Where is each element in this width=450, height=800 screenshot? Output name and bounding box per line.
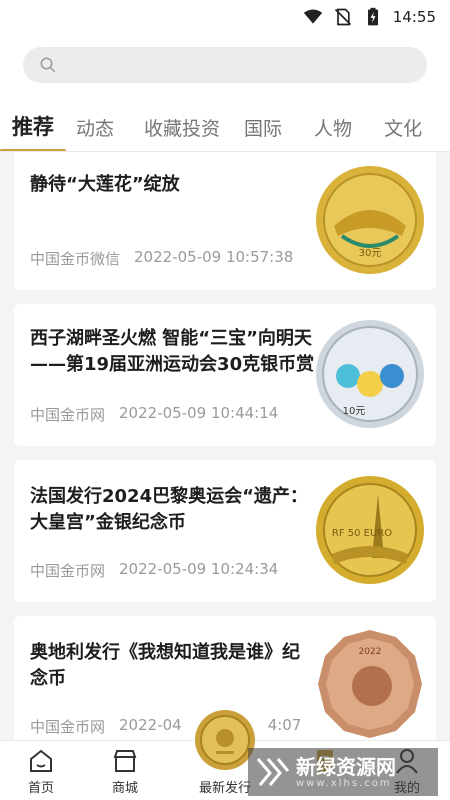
gold-coin-image: 30元 [316, 166, 424, 274]
watermark-logo-icon [256, 758, 290, 786]
search-input[interactable] [65, 57, 405, 73]
category-tabs: 推荐 动态 收藏投资 国际 人物 文化 [0, 108, 450, 152]
status-time: 14:55 [392, 8, 436, 26]
coin-label: 30元 [359, 248, 382, 259]
tab-collect-invest[interactable]: 收藏投资 [144, 114, 220, 151]
status-bar: 14:55 [0, 0, 450, 34]
article-time: 2022-04 [119, 716, 182, 734]
article-meta: 中国金币微信 2022-05-09 10:57:38 [30, 248, 293, 269]
copper-coin-image: 2022 [318, 630, 422, 738]
wifi-icon [303, 9, 322, 24]
search-icon [40, 57, 56, 73]
article-meta: 中国金币网 2022-05-09 10:44:14 [30, 404, 278, 425]
tab-news[interactable]: 动态 [76, 114, 114, 151]
article-time: 2022-05-09 10:24:34 [119, 560, 279, 578]
nav-shop[interactable]: 商城 [90, 741, 160, 800]
nav-home[interactable]: 首页 [6, 741, 76, 800]
watermark-sub: www.xlhs.com [296, 777, 392, 789]
article-feed: 静待“大莲花”绽放 中国金币微信 2022-05-09 10:57:38 30元… [0, 152, 450, 740]
article-source: 中国金币网 [30, 406, 106, 424]
article-time-tail: 4:07 [267, 716, 302, 734]
search-bar[interactable] [23, 47, 427, 83]
silver-coin-image: 10元 [316, 320, 424, 428]
home-icon [30, 749, 52, 772]
tab-people[interactable]: 人物 [314, 114, 352, 151]
no-sim-icon [334, 8, 351, 26]
article-meta: 中国金币网 2022-04 4:07 [30, 716, 301, 737]
article-title: 法国发行2024巴黎奥运会“遗产：大皇宫”金银纪念币 [30, 486, 308, 533]
coin-label: 2022 [359, 647, 382, 657]
nav-label: 商城 [111, 781, 138, 796]
tab-international[interactable]: 国际 [244, 114, 282, 151]
watermark-text: 新绿资源网 [296, 754, 396, 779]
watermark: 新绿资源网 www.xlhs.com [248, 748, 438, 796]
article-card[interactable]: 西子湖畔圣火燃 智能“三宝”向明天——第19届亚洲运动会30克银币赏 中国金币网… [14, 304, 436, 446]
tab-culture[interactable]: 文化 [384, 114, 422, 151]
article-meta: 中国金币网 2022-05-09 10:24:34 [30, 560, 278, 581]
article-source: 中国金币网 [30, 562, 106, 580]
euro-coin-image: RF 50 EURO [316, 476, 424, 584]
coin-label: RF 50 EURO [332, 528, 392, 539]
shop-icon [113, 750, 137, 772]
header: 推荐 动态 收藏投资 国际 人物 文化 [0, 34, 450, 152]
article-time: 2022-05-09 10:57:38 [134, 248, 294, 266]
article-title: 静待“大莲花”绽放 [30, 174, 180, 195]
article-source: 中国金币网 [30, 718, 106, 736]
article-card[interactable]: 法国发行2024巴黎奥运会“遗产：大皇宫”金银纪念币 中国金币网 2022-05… [14, 460, 436, 602]
tab-recommend[interactable]: 推荐 [0, 111, 66, 151]
nav-label: 首页 [27, 781, 54, 796]
article-title: 奥地利发行《我想知道我是谁》纪念币 [30, 642, 300, 689]
article-title: 西子湖畔圣火燃 智能“三宝”向明天——第19届亚洲运动会30克银币赏 [30, 328, 315, 375]
article-card[interactable]: 静待“大莲花”绽放 中国金币微信 2022-05-09 10:57:38 30元 [14, 152, 436, 290]
battery-charging-icon [367, 7, 378, 26]
article-time: 2022-05-09 10:44:14 [119, 404, 279, 422]
article-source: 中国金币微信 [30, 250, 121, 268]
coin-label: 10元 [343, 406, 366, 417]
